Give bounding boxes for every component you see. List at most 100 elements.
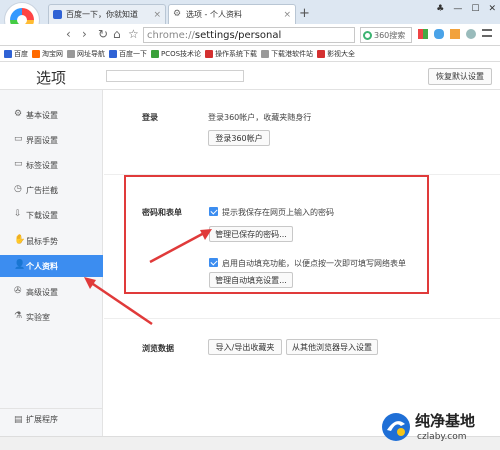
reload-button[interactable]: ↻: [98, 27, 108, 41]
extension-icon: ▤: [14, 415, 23, 425]
watermark-url: czlaby.com: [417, 432, 467, 442]
sidebar-item-label: 界面设置: [26, 135, 58, 145]
bookmark-icon: [32, 49, 40, 58]
profile-icon[interactable]: [466, 29, 476, 39]
divider: [104, 318, 500, 319]
sidebar-item-lab[interactable]: ⚗ 实验室: [0, 306, 103, 328]
sidebar-item-label: 高级设置: [26, 287, 58, 297]
search-engine-label: 360搜索: [374, 30, 406, 40]
bookmark-item[interactable]: 网址导航: [67, 49, 105, 59]
minimize-button[interactable]: —: [453, 4, 462, 14]
bookmark-icon: [67, 49, 75, 58]
import-export-bookmarks-button[interactable]: 导入/导出收藏夹: [208, 339, 282, 355]
bookmark-icon: [151, 49, 159, 58]
close-window-button[interactable]: ✕: [488, 4, 496, 14]
download-icon: ⇩: [14, 209, 22, 219]
url-path: settings/personal: [194, 29, 282, 41]
sidebar-item-label: 个人资料: [26, 261, 58, 271]
sidebar-item-label: 基本设置: [26, 110, 58, 120]
tab-icon: ▭: [14, 159, 23, 169]
search-box[interactable]: 360搜索: [360, 27, 412, 43]
new-tab-button[interactable]: +: [299, 6, 310, 21]
save-passwords-checkbox[interactable]: [209, 207, 218, 216]
tab-label: 百度一下，你就知道: [66, 10, 138, 19]
bookmark-item[interactable]: 百度一下: [109, 49, 147, 59]
sidebar-item-label: 鼠标手势: [26, 236, 58, 246]
sidebar-item-personal[interactable]: 👤 个人资料: [0, 255, 103, 277]
bookmark-item[interactable]: 操作系统下载: [205, 49, 257, 59]
cloud-icon[interactable]: [434, 29, 444, 39]
gear-icon: ⚙: [14, 109, 23, 119]
flask-icon: ⚗: [14, 311, 23, 321]
sidebar-item-advanced[interactable]: ✇ 高级设置: [0, 281, 103, 303]
sidebar-item-gestures[interactable]: ✋ 鼠标手势: [0, 230, 103, 252]
menu-icon[interactable]: [482, 29, 492, 37]
import-from-other-browser-button[interactable]: 从其他浏览器导入设置: [286, 339, 378, 355]
360-search-icon: [363, 30, 372, 40]
sidebar-item-label: 广告拦截: [26, 185, 58, 195]
bookmark-icon: [317, 49, 326, 58]
favorite-star-icon[interactable]: ☆: [128, 27, 139, 41]
sidebar-item-label: 实验室: [26, 312, 50, 322]
back-button[interactable]: ‹: [66, 27, 71, 41]
sidebar-item-tabs[interactable]: ▭ 标签设置: [0, 154, 103, 176]
url-scheme: chrome://: [147, 29, 195, 41]
sidebar-item-download[interactable]: ⇩ 下载设置: [0, 204, 103, 226]
bookmark-item[interactable]: 百度: [4, 49, 28, 59]
extension-icon[interactable]: [450, 29, 460, 39]
settings-header: 选项 恢复默认设置: [0, 62, 500, 90]
settings-search-input[interactable]: [106, 70, 244, 82]
window-controls: ♣ — ☐ ✕: [436, 4, 496, 14]
window-icon: ▭: [14, 134, 23, 144]
bookmark-icon: [4, 49, 12, 58]
url-input[interactable]: chrome://settings/personal: [143, 27, 355, 43]
baidu-icon: [53, 10, 62, 19]
sidebar-item-label: 扩展程序: [26, 415, 58, 424]
bookmark-label: 下载港软件站: [271, 49, 314, 58]
settings-sidebar: ⚙ 基本设置 ▭ 界面设置 ▭ 标签设置 ◷ 广告拦截 ⇩ 下载设置 ✋ 鼠标手势 👤 个人资…: [0, 90, 103, 436]
bookmark-label: 影视大全: [327, 49, 356, 58]
bookmark-icon: [205, 49, 214, 58]
autofill-checkbox[interactable]: [209, 258, 218, 267]
autofill-label: 启用自动填充功能，以便点按一次即可填写网络表单: [222, 259, 406, 268]
divider: [104, 174, 500, 175]
restore-defaults-button[interactable]: 恢复默认设置: [428, 68, 492, 85]
bookmark-item[interactable]: 淘宝网: [32, 49, 63, 59]
apps-icon[interactable]: [418, 29, 428, 39]
tab-settings[interactable]: ⚙ 选项 - 个人资料 ×: [168, 4, 296, 24]
watermark: 纯净基地 czlaby.com: [381, 408, 499, 448]
bookmark-label: 网址导航: [77, 49, 105, 58]
advanced-icon: ✇: [14, 286, 22, 296]
sidebar-item-label: 下载设置: [26, 210, 58, 220]
bookmark-label: 淘宝网: [42, 49, 63, 58]
manage-passwords-button[interactable]: 管理已保存的密码...: [209, 226, 293, 242]
login-360-button[interactable]: 登录360帐户: [208, 130, 270, 146]
block-icon: ◷: [14, 184, 22, 194]
address-bar: ‹ › ↻ ⌂ ☆ chrome://settings/personal 360…: [0, 24, 500, 46]
skin-icon[interactable]: ♣: [436, 4, 444, 14]
bookmark-item[interactable]: PCOS技术论: [151, 49, 201, 59]
sidebar-item-basic[interactable]: ⚙ 基本设置: [0, 104, 103, 126]
sidebar-item-extensions[interactable]: ▤ 扩展程序: [0, 408, 103, 430]
bookmark-item[interactable]: 影视大全: [317, 49, 355, 59]
close-tab-icon[interactable]: ×: [153, 10, 161, 20]
sidebar-item-label: 标签设置: [26, 160, 58, 170]
forward-button[interactable]: ›: [82, 27, 87, 41]
manage-autofill-button[interactable]: 管理自动填充设置...: [209, 272, 293, 288]
bookmark-item[interactable]: 下载港软件站: [261, 49, 313, 59]
sidebar-item-adblock[interactable]: ◷ 广告拦截: [0, 179, 103, 201]
gear-icon: ⚙: [173, 9, 182, 19]
tab-baidu[interactable]: 百度一下，你就知道 ×: [48, 4, 166, 24]
bookmark-label: PCOS技术论: [161, 49, 202, 58]
person-icon: 👤: [14, 260, 26, 270]
home-button[interactable]: ⌂: [113, 27, 121, 41]
sidebar-item-interface[interactable]: ▭ 界面设置: [0, 129, 103, 151]
bookmark-icon: [261, 49, 270, 58]
settings-content: 登录 登录360帐户，收藏夹随身行 登录360帐户 密码和表单 提示我保存在网页…: [104, 90, 500, 436]
close-tab-icon[interactable]: ×: [283, 10, 291, 20]
maximize-button[interactable]: ☐: [471, 4, 479, 14]
login-description: 登录360帐户，收藏夹随身行: [208, 113, 312, 122]
section-passwords-title: 密码和表单: [142, 208, 182, 217]
section-browse-data-title: 浏览数据: [142, 344, 174, 353]
bookmark-label: 百度一下: [119, 49, 147, 58]
